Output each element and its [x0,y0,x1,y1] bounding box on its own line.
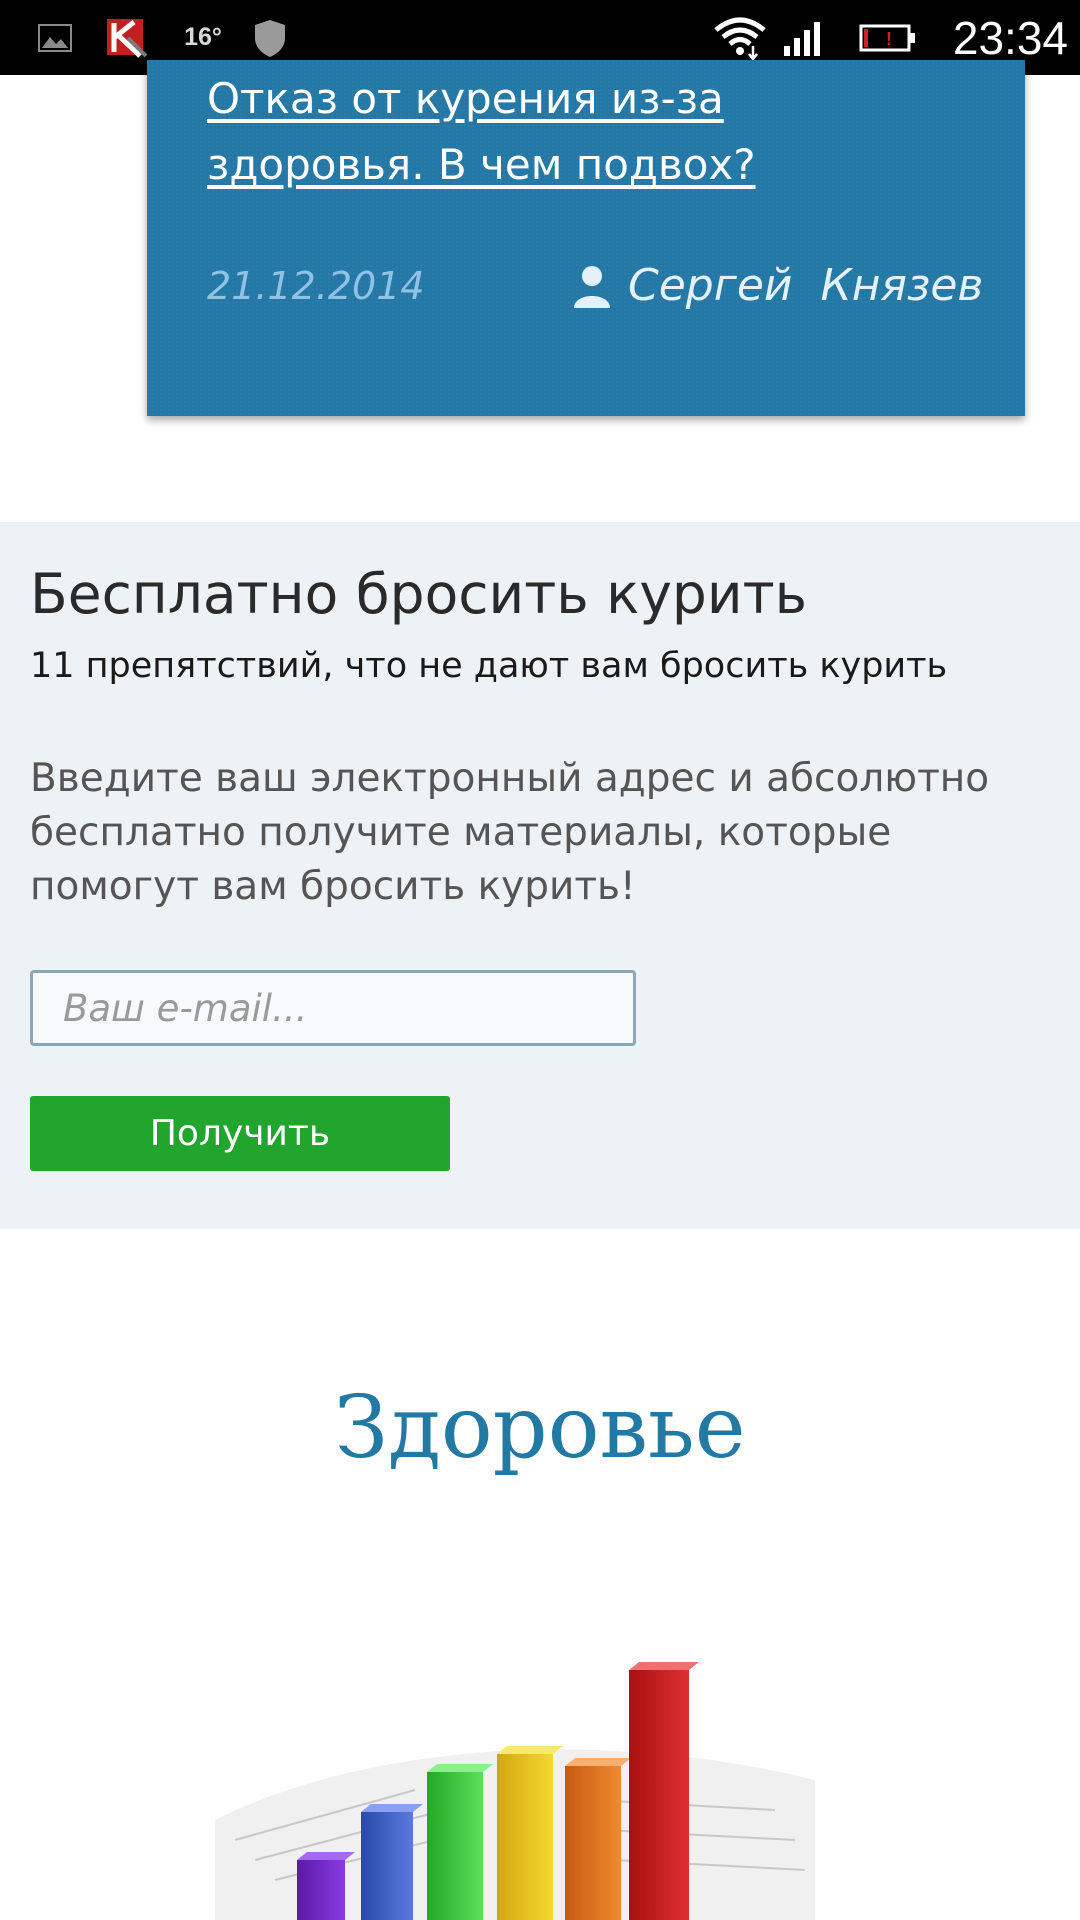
subscribe-subtitle: 11 препятствий, что не дают вам бросить … [30,646,948,686]
email-field[interactable] [30,970,636,1046]
user-icon [574,265,610,308]
article-date: 21.12.2014 [207,264,425,308]
submit-button[interactable]: Получить [30,1096,450,1171]
kaspersky-icon [104,0,150,75]
article-title-link[interactable]: Отказ от курения из-за здоровья. В чем п… [207,66,907,198]
article-card: Отказ от курения из-за здоровья. В чем п… [147,60,1025,416]
subscribe-heading: Бесплатно бросить курить [30,562,808,626]
svg-text:!: ! [886,29,892,49]
section-title: Здоровье [334,1378,746,1478]
gallery-icon [36,0,74,75]
subscribe-section: Бесплатно бросить курить 11 препятствий,… [0,522,1080,1229]
subscribe-description: Введите ваш электронный адрес и абсолютн… [30,756,990,909]
author-name: Сергей Князев [628,260,984,311]
article-author: Сергей Князев [572,260,983,311]
bar-chart-illustration [215,1662,815,1920]
